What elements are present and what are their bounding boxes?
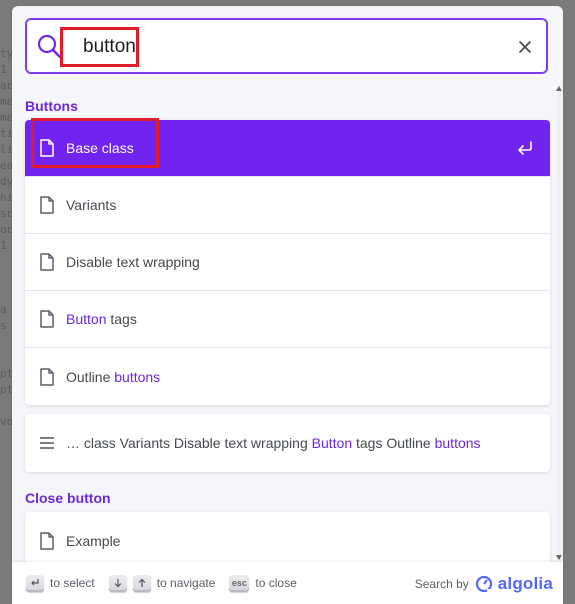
search-hit[interactable]: Outline buttons bbox=[25, 348, 550, 405]
search-by-label: Search by bbox=[414, 577, 469, 591]
hit-text-part: tags Outline bbox=[352, 435, 435, 451]
hit-text-part: Outline bbox=[66, 368, 115, 385]
hit-title: Example bbox=[66, 533, 120, 549]
document-icon bbox=[40, 196, 54, 214]
search-hit[interactable]: Disable text wrapping bbox=[25, 234, 550, 291]
document-icon bbox=[40, 310, 54, 328]
enter-key bbox=[26, 574, 44, 592]
arrow-up-icon bbox=[138, 578, 146, 587]
clear-search-button[interactable] bbox=[513, 35, 537, 59]
arrow-down-icon bbox=[114, 579, 122, 588]
hit-text-part: Variants bbox=[66, 197, 117, 213]
highlighted-text: Button bbox=[311, 435, 353, 451]
enter-icon bbox=[518, 141, 532, 155]
document-icon bbox=[40, 139, 54, 157]
hit-text-part: … class Variants Disable text wrapping bbox=[66, 435, 312, 451]
search-form bbox=[25, 18, 548, 74]
search-hit[interactable]: Base class bbox=[25, 120, 550, 177]
command-close: esc to close bbox=[229, 574, 297, 592]
search-hit[interactable]: Example bbox=[25, 512, 550, 562]
content-hit[interactable]: … class Variants Disable text wrapping B… bbox=[25, 414, 550, 472]
hit-list-buttons: Base class Variants Disable text wrapping B… bbox=[25, 120, 550, 405]
search-modal: Buttons Base class Variants Disable text w… bbox=[12, 6, 563, 604]
section-title-buttons: Buttons bbox=[25, 98, 78, 114]
command-select: to select bbox=[26, 574, 95, 592]
command-navigate: to navigate bbox=[108, 574, 216, 592]
section-title-close-button: Close button bbox=[25, 490, 111, 506]
highlighted-text: Button bbox=[66, 311, 107, 327]
arrow-up-key bbox=[132, 574, 151, 592]
algolia-logo-icon bbox=[475, 575, 492, 593]
search-results: Buttons Base class Variants Disable text w… bbox=[12, 84, 563, 562]
document-icon bbox=[40, 531, 54, 550]
algolia-logo-link[interactable]: Search by algolia bbox=[415, 574, 553, 594]
search-input[interactable] bbox=[63, 32, 503, 62]
document-icon bbox=[40, 253, 54, 271]
hit-title: Button tags bbox=[66, 311, 137, 327]
hit-text-part: Base class bbox=[66, 140, 134, 156]
search-footer: to select to navigate esc to close Searc… bbox=[12, 562, 563, 604]
hit-text-part: Disable text wrapping bbox=[66, 254, 200, 270]
highlighted-text: buttons bbox=[114, 368, 161, 385]
search-icon bbox=[37, 34, 62, 59]
document-icon bbox=[40, 367, 54, 386]
algolia-brand: algolia bbox=[497, 574, 553, 593]
list-icon bbox=[40, 437, 54, 449]
close-icon bbox=[519, 41, 531, 53]
to-navigate-label: to navigate bbox=[156, 576, 216, 590]
hit-text-part: Example bbox=[66, 532, 121, 549]
esc-key: esc bbox=[229, 574, 250, 592]
content-hit-text: … class Variants Disable text wrapping B… bbox=[66, 435, 481, 451]
hit-list-close-button: Example bbox=[25, 512, 550, 562]
highlighted-text: buttons bbox=[434, 435, 481, 451]
hit-title: Variants bbox=[66, 197, 116, 213]
hit-title: Disable text wrapping bbox=[66, 254, 200, 270]
enter-icon bbox=[31, 579, 39, 586]
search-hit[interactable]: Variants bbox=[25, 177, 550, 234]
hit-text-part: tags bbox=[106, 311, 137, 327]
arrow-down-key bbox=[108, 574, 127, 592]
search-hit[interactable]: Button tags bbox=[25, 291, 550, 348]
to-close-label: to close bbox=[255, 576, 297, 590]
to-select-label: to select bbox=[50, 576, 95, 590]
hit-title: Base class bbox=[66, 140, 134, 156]
hit-title: Outline buttons bbox=[66, 369, 160, 385]
scrollbar[interactable] bbox=[555, 84, 563, 562]
